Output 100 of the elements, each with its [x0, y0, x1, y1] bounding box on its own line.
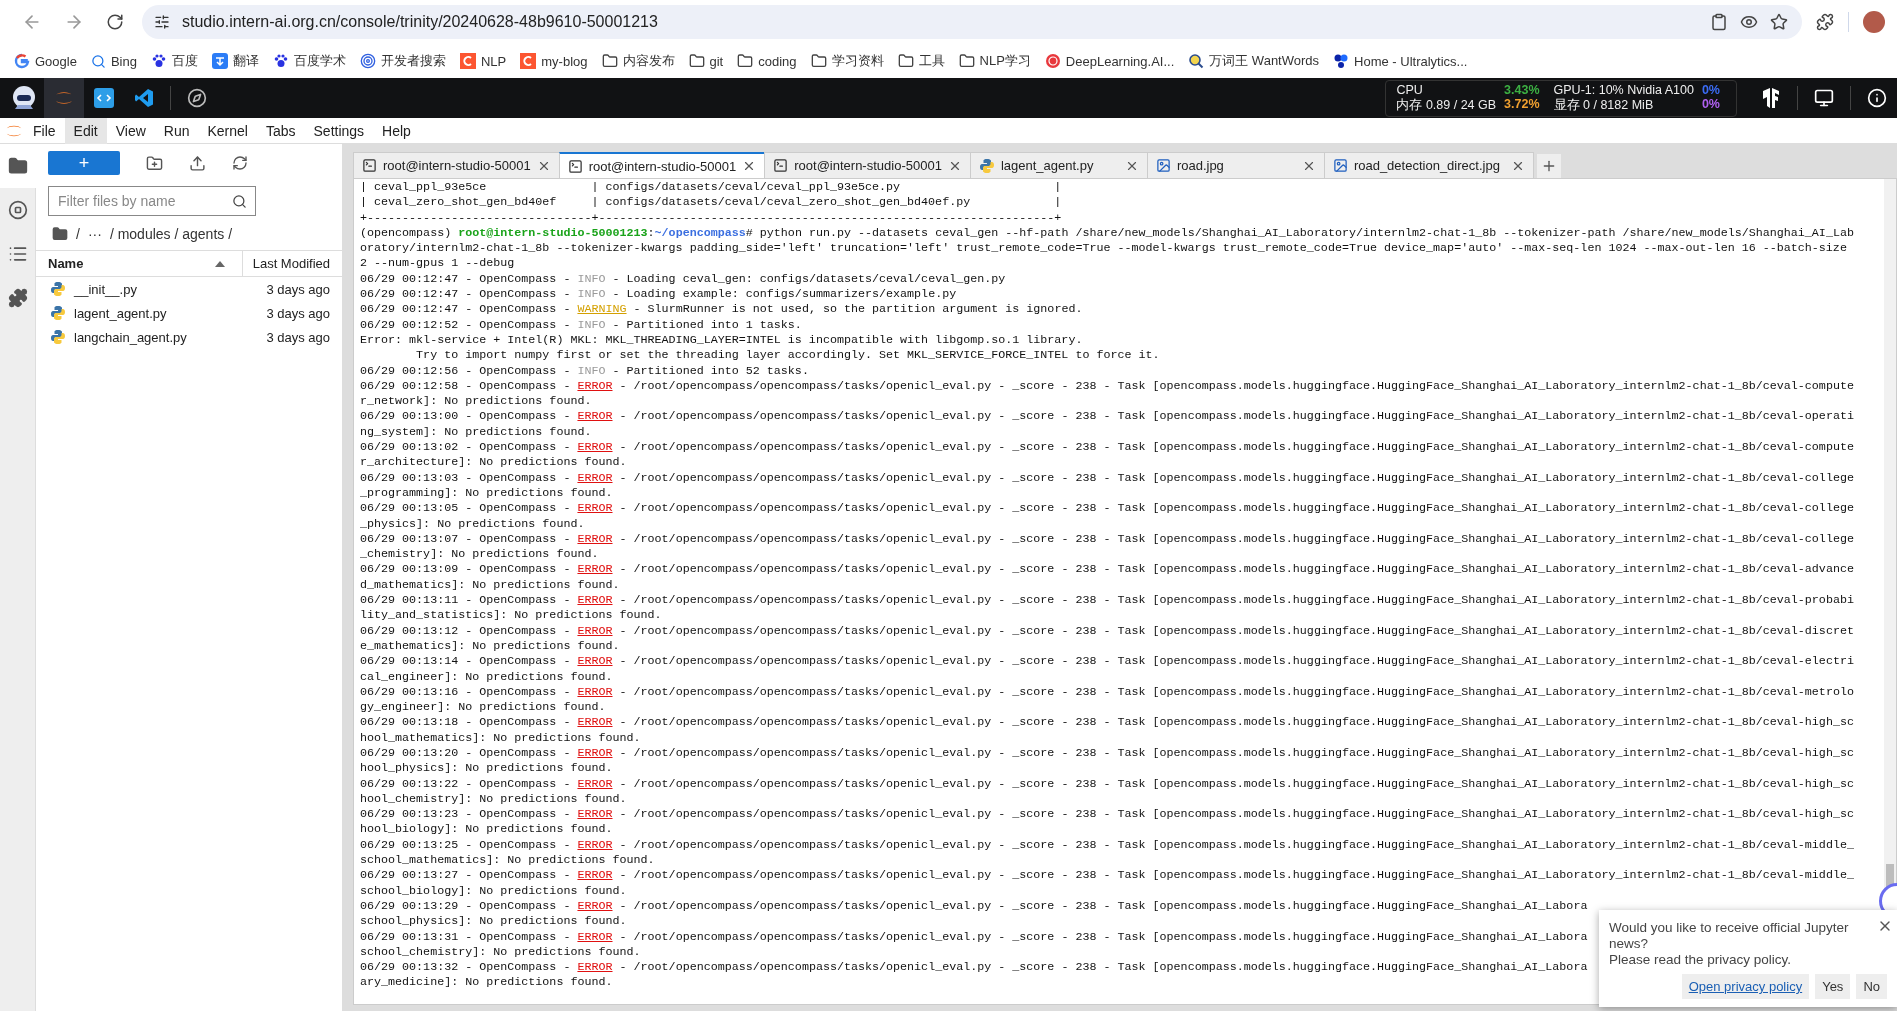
bookmark-link[interactable]: 学习资料	[810, 52, 884, 70]
document-tab[interactable]: road.jpg	[1146, 152, 1325, 178]
folder-icon[interactable]	[52, 226, 68, 242]
python-icon	[50, 329, 66, 345]
bookmark-star-icon[interactable]	[1770, 13, 1788, 31]
terminal-line: hool_mathematics]: No predictions found.	[360, 730, 641, 746]
bookmark-link[interactable]: 内容发布	[601, 52, 675, 70]
resource-value: 0%	[1701, 96, 1720, 113]
reload-icon	[106, 13, 124, 31]
terminal-line: school_physics]: No predictions found.	[360, 914, 627, 930]
tab-label[interactable]: road.jpg	[1176, 158, 1296, 173]
tab-label[interactable]: root@intern-studio-50001	[794, 158, 942, 173]
bookmark-icon	[459, 53, 476, 69]
bookmark-link[interactable]: DeepLearning.AI...	[1044, 53, 1175, 69]
breadcrumb-link[interactable]: ···	[87, 226, 102, 242]
file-name[interactable]: langchain_agent.py	[74, 329, 259, 345]
bookmark-link[interactable]: Bing	[90, 53, 137, 69]
bookmark-link[interactable]: Google	[14, 53, 77, 69]
privacy-link-button[interactable]: Open privacy policy	[1681, 974, 1810, 999]
list-icon	[8, 244, 28, 264]
bookmark-link[interactable]: coding	[737, 53, 797, 69]
menu-item[interactable]: View	[106, 117, 155, 144]
search-icon	[90, 53, 106, 69]
menu-item[interactable]: Help	[373, 117, 420, 144]
terminal-icon	[773, 158, 789, 173]
terminal-line: 06/29 00:12:47 - OpenCompass - INFO - Loading example: configs/summarizers/example.py	[360, 287, 957, 303]
bookmark-icon	[1188, 53, 1205, 69]
terminal-line: 06/29 00:13:12 - OpenCompass - ERROR - /root/opencompass/opencompass/tasks/openicl_eval.py - _score - 238 - Task [opencompass.models.huggingface.HuggingFace_Shanghai_AI_Laboratory_internlm2-chat-1_8b/ceval-discret	[360, 623, 1854, 639]
terminal-line: lity_and_statistics]: No predictions found.	[360, 608, 662, 624]
new-launcher-button[interactable]: +	[48, 151, 120, 175]
terminal-line: 06/29 00:13:18 - OpenCompass - ERROR - /root/opencompass/opencompass/tasks/openicl_eval.py - _score - 238 - Task [opencompass.models.huggingface.HuggingFace_Shanghai_AI_Laboratory_internlm2-chat-1_8b/ceval-high_sc	[360, 715, 1854, 731]
notification-button[interactable]: Yes	[1815, 974, 1851, 999]
new-tab-button[interactable]	[1536, 154, 1561, 178]
clipboard-icon[interactable]	[1710, 13, 1728, 31]
terminal-line: school_mathematics]: No predictions found.	[360, 853, 655, 869]
bookmark-link[interactable]: NLP学习	[958, 52, 1031, 70]
terminal-line: 06/29 00:13:07 - OpenCompass - ERROR - /root/opencompass/opencompass/tasks/openicl_eval.py - _score - 238 - Task [opencompass.models.huggingface.HuggingFace_Shanghai_AI_Laboratory_internlm2-chat-1_8b/ceval-college	[360, 531, 1854, 548]
bookmark-link[interactable]: 翻译	[211, 52, 259, 70]
bookmark-link[interactable]: 开发者搜索	[359, 52, 446, 70]
terminal-line: 06/29 00:12:47 - OpenCompass - WARNING - SlurmRunner is not used, so the partition argument is ignored.	[360, 302, 1083, 318]
sidebar-tab[interactable]	[0, 144, 36, 188]
bookmark-link[interactable]: Home - Ultralytics...	[1333, 53, 1468, 69]
column-header[interactable]: Last Modified	[241, 251, 342, 276]
menu-item[interactable]: Settings	[304, 117, 374, 144]
notification-text: Would you like to receive official Jupyter news?	[1609, 920, 1850, 952]
python-icon	[50, 305, 66, 321]
terminal-line: _programming]: No predictions found.	[360, 485, 613, 502]
bookmark-link[interactable]: 百度	[150, 52, 198, 70]
terminal-line: 06/29 00:13:02 - OpenCompass - ERROR - /root/opencompass/opencompass/tasks/openicl_eval.py - _score - 238 - Task [opencompass.models.huggingface.HuggingFace_Shanghai_AI_Laboratory_internlm2-chat-1_8b/ceval-compute	[360, 440, 1854, 456]
site-info-icon[interactable]	[154, 14, 170, 30]
document-tab[interactable]: lagent_agent.py	[969, 152, 1148, 178]
menu-item[interactable]: Edit	[64, 117, 107, 144]
menu-item[interactable]: Run	[154, 117, 199, 144]
document-tab[interactable]: root@intern-studio-50001	[353, 152, 560, 178]
bookmark-link[interactable]: 万词王 WantWords	[1188, 52, 1320, 70]
notification-button[interactable]: No	[1856, 974, 1887, 999]
bookmark-link[interactable]: my-blog	[520, 53, 588, 69]
resource-value: 3.43%	[1504, 82, 1540, 97]
document-tab[interactable]: root@intern-studio-50001	[764, 152, 971, 178]
tab-label[interactable]: lagent_agent.py	[1000, 158, 1119, 173]
column-header[interactable]: Name	[36, 256, 84, 271]
tab-label[interactable]: root@intern-studio-50001	[588, 158, 737, 174]
resource-value: 3.72%	[1504, 96, 1540, 113]
terminal-line: 06/29 00:12:58 - OpenCompass - ERROR - /root/opencompass/opencompass/tasks/openicl_eval.py - _score - 238 - Task [opencompass.models.huggingface.HuggingFace_Shanghai_AI_Laboratory_internlm2-chat-1_8b/ceval-compute	[360, 378, 1854, 395]
document-tab[interactable]: road_detection_direct.jpg	[1323, 152, 1534, 178]
file-name[interactable]: __init__.py	[74, 281, 259, 297]
bookmark-link[interactable]: git	[688, 53, 724, 69]
eye-icon[interactable]	[1740, 13, 1758, 31]
resource-label: 内存 0.89 / 24 GB	[1396, 96, 1497, 114]
folder-icon	[8, 156, 28, 176]
menu-item[interactable]: Kernel	[198, 117, 257, 144]
new-folder-icon[interactable]	[146, 154, 163, 172]
terminal-line: 06/29 00:13:00 - OpenCompass - ERROR - /root/opencompass/opencompass/tasks/openicl_eval.py - _score - 238 - Task [opencompass.models.huggingface.HuggingFace_Shanghai_AI_Laboratory_internlm2-chat-1_8b/ceval-operati	[360, 409, 1854, 425]
tab-label[interactable]: road_detection_direct.jpg	[1353, 158, 1505, 173]
folder-icon	[737, 53, 754, 69]
breadcrumb-link[interactable]: / modules / agents /	[109, 226, 233, 242]
tab-label[interactable]: root@intern-studio-50001	[383, 158, 531, 173]
bookmark-link[interactable]: NLP	[459, 53, 507, 69]
terminal-line: 06/29 00:13:09 - OpenCompass - ERROR - /root/opencompass/opencompass/tasks/openicl_eval.py - _score - 238 - Task [opencompass.models.huggingface.HuggingFace_Shanghai_AI_Laboratory_internlm2-chat-1_8b/ceval-advance	[360, 562, 1854, 578]
bookmark-link[interactable]: 百度学术	[272, 52, 346, 70]
breadcrumb-link[interactable]: /	[76, 226, 80, 242]
address-bar[interactable]: studio.intern-ai.org.cn/console/trinity/20240628-48b9610-50001213	[142, 5, 1802, 39]
refresh-icon[interactable]	[232, 155, 248, 171]
puzzle-icon	[8, 288, 28, 308]
upload-icon[interactable]	[189, 154, 206, 172]
terminal-line: 06/29 00:13:32 - OpenCompass - ERROR - /root/opencompass/opencompass/tasks/openicl_eval.py - _score - 238 - Task [opencompass.models.huggingface.HuggingFace_Shanghai_AI_Labora	[360, 960, 1588, 976]
menu-item[interactable]: Tabs	[256, 117, 305, 144]
profile-avatar[interactable]	[1863, 11, 1885, 33]
terminal-line: 06/29 00:13:11 - OpenCompass - ERROR - /root/opencompass/opencompass/tasks/openicl_eval.py - _score - 238 - Task [opencompass.models.huggingface.HuggingFace_Shanghai_AI_Laboratory_internlm2-chat-1_8b/ceval-probabi	[360, 593, 1854, 609]
extensions-icon[interactable]	[1816, 13, 1834, 31]
filter-field[interactable]: Filter files by name	[48, 186, 256, 216]
terminal-line: 06/29 00:12:47 - OpenCompass - INFO - Loading ceval_gen: configs/datasets/ceval/ceval_gen.py	[360, 271, 1006, 288]
menu-item[interactable]: File	[24, 117, 65, 144]
terminal-line: oratory/internlm2-chat-1_8b --tokenizer-kwargs padding_side='left' truncation='left' trust_remote_code=True --model-kwargs trust_remote_code=True device_map='auto' --max-seq-len 1024 --max-out-len 16 --batch-size	[360, 241, 1847, 257]
terminal-line: gy_engineer]: No predictions found.	[360, 700, 606, 716]
terminal-line: 06/29 00:12:52 - OpenCompass - INFO - Partitioned into 1 tasks.	[360, 317, 802, 333]
terminal-line: 06/29 00:12:56 - OpenCompass - INFO - Partitioned into 52 tasks.	[360, 363, 809, 379]
bookmark-link[interactable]: 工具	[897, 52, 945, 70]
document-tab[interactable]: root@intern-studio-50001	[558, 152, 766, 178]
file-name[interactable]: lagent_agent.py	[74, 305, 259, 321]
